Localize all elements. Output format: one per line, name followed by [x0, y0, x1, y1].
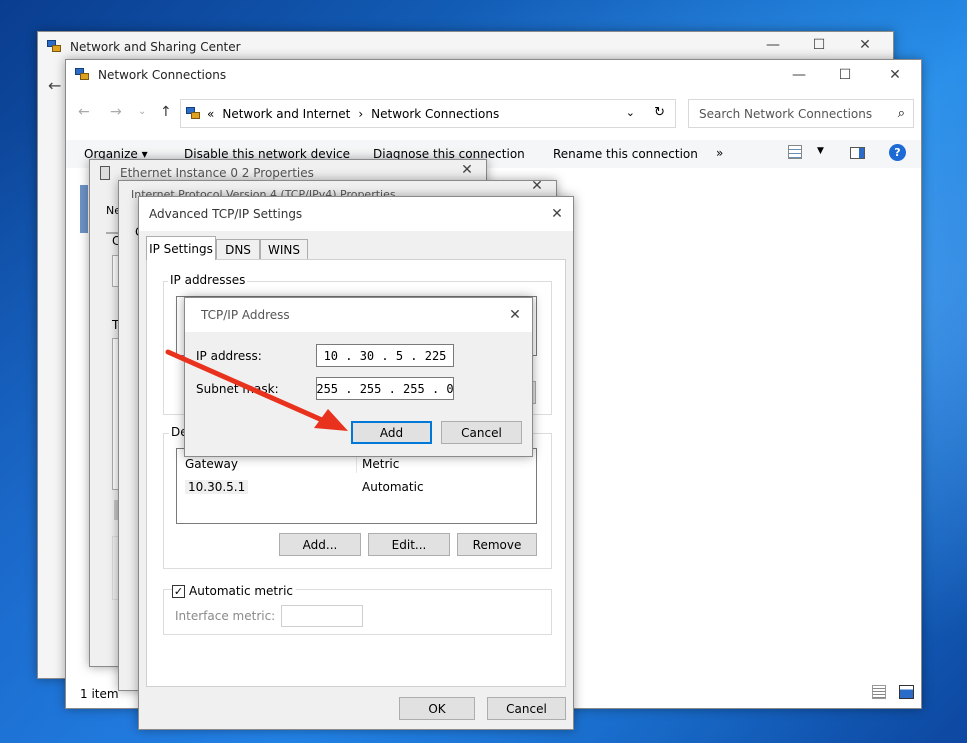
network-connections-icon [74, 67, 90, 83]
change-view-icon[interactable] [788, 145, 802, 159]
forward-button[interactable]: → [110, 104, 122, 120]
gateway-column-header[interactable]: Gateway [185, 457, 238, 471]
ok-button[interactable]: OK [399, 697, 475, 720]
close-icon[interactable]: ✕ [842, 30, 888, 60]
gateway-remove-button[interactable]: Remove [457, 533, 537, 556]
dialog-title: Advanced TCP/IP Settings [149, 207, 303, 221]
search-icon[interactable]: ⌕ [898, 106, 905, 121]
add-button[interactable]: Add [351, 421, 432, 444]
close-icon[interactable]: ✕ [495, 300, 535, 330]
interface-metric-label: Interface metric: [175, 609, 276, 623]
up-button[interactable]: ↑ [160, 104, 172, 120]
tcpip-address-dialog[interactable]: TCP/IP Address ✕ IP address: 10 . 30 . 5… [184, 297, 533, 457]
window-title: Network Connections [98, 68, 227, 82]
search-placeholder: Search Network Connections [699, 106, 873, 121]
large-icons-view-icon[interactable] [899, 685, 914, 699]
tab-wins[interactable]: WINS [260, 239, 308, 260]
gateway-edit-button[interactable]: Edit... [368, 533, 450, 556]
breadcrumb-network-connections[interactable]: Network Connections [371, 107, 499, 121]
help-icon[interactable]: ? [889, 144, 906, 161]
metric-column-header[interactable]: Metric [362, 457, 399, 471]
more-commands-button[interactable]: » [716, 146, 723, 160]
status-item-count: 1 item [80, 687, 119, 701]
address-dropdown-icon[interactable]: ⌄ [626, 106, 635, 119]
automatic-metric-checkbox[interactable]: ✓ Automatic metric [172, 583, 296, 599]
subnet-mask-input[interactable]: 255 . 255 . 255 . 0 [316, 377, 454, 400]
breadcrumb-network-internet[interactable]: Network and Internet [222, 107, 350, 121]
window-title: Network and Sharing Center [70, 40, 241, 54]
network-sharing-icon [46, 39, 62, 55]
subnet-mask-label: Subnet mask: [196, 382, 279, 396]
interface-metric-input[interactable] [281, 605, 363, 627]
close-icon[interactable]: ✕ [537, 199, 577, 229]
back-button[interactable]: ← [78, 104, 90, 120]
tab-ip-settings[interactable]: IP Settings [146, 236, 216, 260]
maximize-icon[interactable]: ☐ [822, 60, 868, 90]
ethernet-icon [100, 166, 110, 180]
close-icon[interactable]: ✕ [872, 60, 918, 90]
view-dropdown-icon[interactable]: ▼ [817, 146, 824, 156]
minimize-icon[interactable]: — [776, 60, 822, 90]
location-icon [185, 106, 201, 122]
ip-addresses-group-title: IP addresses [168, 273, 248, 287]
search-box[interactable]: Search Network Connections ⌕ [688, 99, 914, 128]
dialog-title: Ethernet Instance 0 2 Properties [120, 166, 314, 180]
ip-address-label: IP address: [196, 349, 262, 363]
recent-locations-icon[interactable]: ⌄ [138, 106, 146, 117]
tab-dns[interactable]: DNS [216, 239, 260, 260]
address-overflow[interactable]: « [207, 107, 214, 121]
rename-connection-button[interactable]: Rename this connection [553, 147, 698, 161]
address-bar[interactable]: « Network and Internet › Network Connect… [180, 99, 676, 128]
cancel-button[interactable]: Cancel [441, 421, 522, 444]
metric-cell: Automatic [362, 480, 424, 494]
gateway-list[interactable]: Gateway Metric 10.30.5.1 Automatic [176, 448, 537, 524]
checkbox-checked-icon: ✓ [172, 584, 185, 598]
minimize-icon[interactable]: — [750, 30, 796, 60]
table-row[interactable]: 10.30.5.1 Automatic [181, 477, 533, 497]
breadcrumb-separator: › [358, 106, 364, 121]
dialog-title: TCP/IP Address [201, 308, 290, 322]
details-view-icon[interactable] [872, 685, 886, 699]
gateway-cell: 10.30.5.1 [185, 480, 249, 494]
maximize-icon[interactable]: ☐ [796, 30, 842, 60]
back-arrow-icon[interactable]: ← [48, 76, 61, 95]
ip-address-input[interactable]: 10 . 30 . 5 . 225 [316, 344, 454, 367]
gateway-add-button[interactable]: Add... [279, 533, 361, 556]
preview-pane-icon[interactable] [850, 147, 865, 159]
connection-item-fragment[interactable] [80, 185, 88, 233]
cancel-button[interactable]: Cancel [487, 697, 566, 720]
refresh-icon[interactable]: ↻ [654, 105, 665, 120]
automatic-metric-label: Automatic metric [189, 584, 293, 598]
